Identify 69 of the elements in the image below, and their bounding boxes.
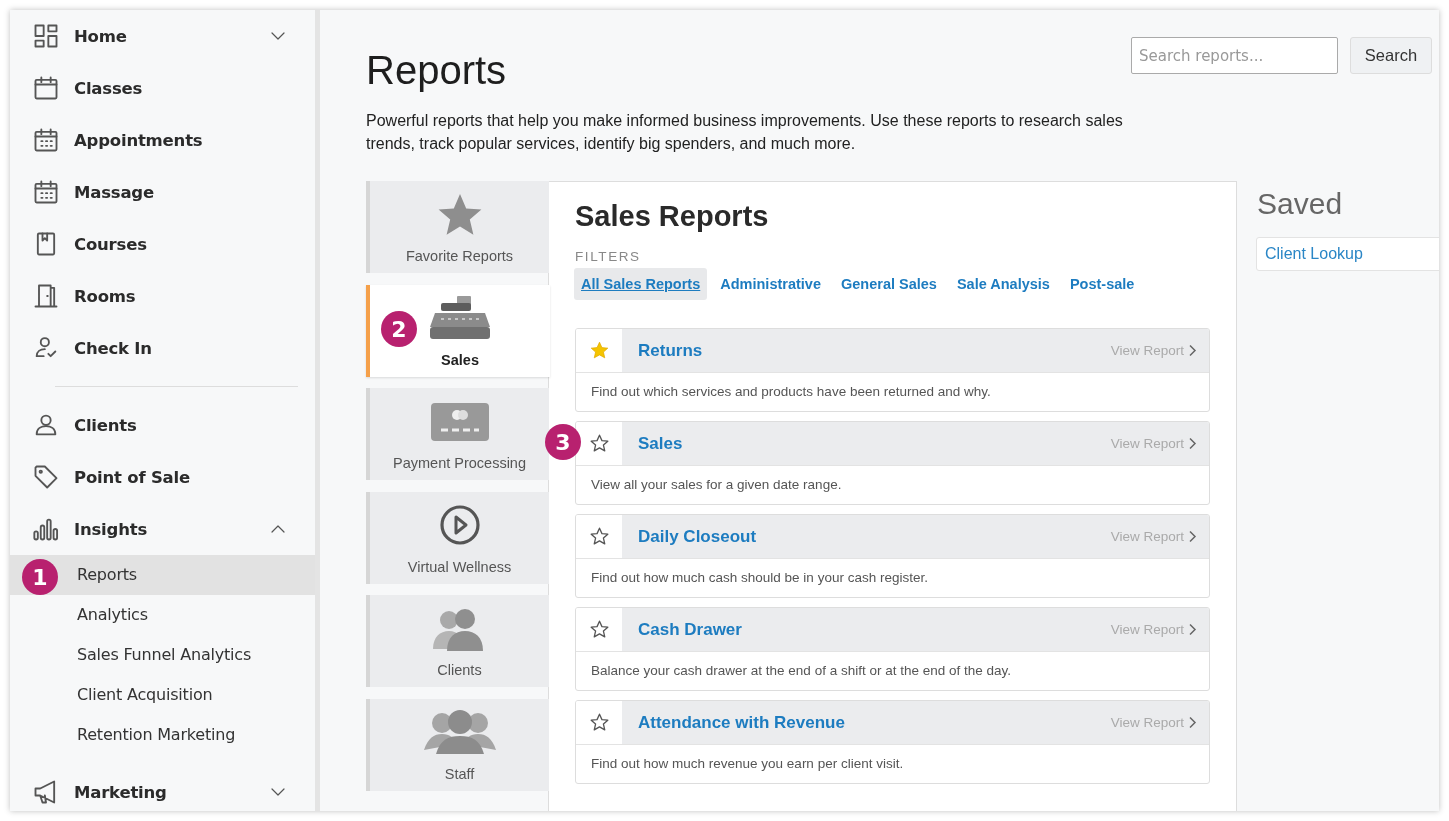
sidebar-item[interactable]: Massage: [74, 182, 287, 202]
credit-card-icon: [430, 402, 489, 441]
report-description: View all your sales for a given date range.: [590, 476, 843, 494]
play-icon: [438, 504, 481, 546]
category-tab[interactable]: Payment Processing: [366, 388, 549, 480]
star-icon[interactable]: [588, 712, 610, 733]
tag-icon: [32, 463, 60, 491]
filter-link[interactable]: Sale Analysis: [949, 268, 1057, 300]
sidebar-subitem[interactable]: Sales Funnel Analytics: [10, 635, 315, 675]
filter-link[interactable]: Administrative: [713, 268, 828, 300]
calendar-icon: [32, 74, 60, 102]
page-description: Powerful reports that help you make informed business improvements. Use these reports to research sales trends, track popular services, identify big spenders, and much more.: [366, 111, 1124, 154]
sidebar-item[interactable]: Clients: [74, 415, 287, 435]
report-title-link[interactable]: Sales: [638, 433, 1111, 454]
calendar-icon: [32, 126, 60, 154]
filter-link[interactable]: Post-sale: [1062, 268, 1142, 300]
page-title: Reports: [366, 47, 508, 94]
star-icon[interactable]: [588, 433, 610, 454]
panel-title: Sales Reports: [575, 199, 770, 233]
sidebar-subitem[interactable]: Analytics: [10, 595, 315, 635]
group-icon: [421, 708, 498, 756]
category-label: Sales: [441, 351, 479, 368]
door-icon: [32, 282, 60, 310]
category-tab[interactable]: Favorite Reports: [366, 181, 549, 273]
sidebar-item[interactable]: Appointments: [74, 130, 287, 150]
filters-label: FILTERS: [575, 249, 642, 265]
filter-link[interactable]: General Sales: [834, 268, 944, 300]
filter-link[interactable]: All Sales Reports: [574, 268, 708, 300]
sidebar-item[interactable]: Marketing: [74, 782, 269, 802]
report-description: Find out how much revenue you earn per client visit.: [590, 755, 905, 773]
report-title-link[interactable]: Returns: [638, 340, 1111, 361]
chevron-right-icon: [1188, 344, 1197, 357]
grid-icon: [32, 22, 60, 50]
calendar-icon: [32, 178, 60, 206]
chevron-right-icon: [1188, 623, 1197, 636]
sidebar-item[interactable]: Rooms: [74, 286, 287, 306]
star-icon[interactable]: [588, 340, 610, 361]
sidebar-item[interactable]: Check In: [74, 338, 287, 358]
chevron-right-icon: [1188, 716, 1197, 729]
search-field[interactable]: Search reports...: [1131, 37, 1338, 74]
report-description: Balance your cash drawer at the end of a shift or at the end of the day.: [590, 662, 1012, 680]
saved-heading: Saved: [1257, 186, 1344, 222]
category-label: Virtual Wellness: [407, 558, 512, 575]
sidebar-item[interactable]: Point of Sale: [74, 467, 287, 487]
star-icon[interactable]: [588, 619, 610, 640]
category-label: Clients: [437, 662, 482, 678]
category-tab[interactable]: Clients: [366, 595, 549, 687]
star-icon[interactable]: [588, 526, 610, 547]
chevron-right-icon: [1188, 530, 1197, 543]
category-label: Payment Processing: [393, 455, 526, 471]
sidebar-item[interactable]: Courses: [74, 234, 287, 254]
sidebar-subitem[interactable]: Client Acquisition: [10, 675, 315, 715]
cash-register-icon: [429, 295, 491, 341]
category-label: Staff: [444, 765, 475, 782]
report-title-link[interactable]: Attendance with Revenue: [638, 712, 1111, 733]
report-title-link[interactable]: Cash Drawer: [638, 619, 1111, 640]
sidebar-item[interactable]: Home: [74, 26, 269, 46]
sidebar-item[interactable]: Insights: [74, 519, 269, 539]
sidebar-item[interactable]: Classes: [74, 78, 287, 98]
category-tab[interactable]: Virtual Wellness: [366, 491, 549, 584]
report-description: Find out how much cash should be in your cash register.: [590, 569, 929, 587]
category-label: Favorite Reports: [405, 248, 514, 264]
sidebar-subitem[interactable]: Retention Marketing: [10, 715, 315, 755]
category-tab[interactable]: Staff: [366, 698, 549, 791]
report-description: Find out which services and products have been returned and why.: [590, 383, 992, 401]
report-title-link[interactable]: Daily Closeout: [638, 526, 1111, 547]
chevron-right-icon: [1188, 437, 1197, 450]
saved-report-link[interactable]: Client Lookup: [1256, 237, 1439, 271]
search-button[interactable]: Search: [1350, 37, 1432, 74]
